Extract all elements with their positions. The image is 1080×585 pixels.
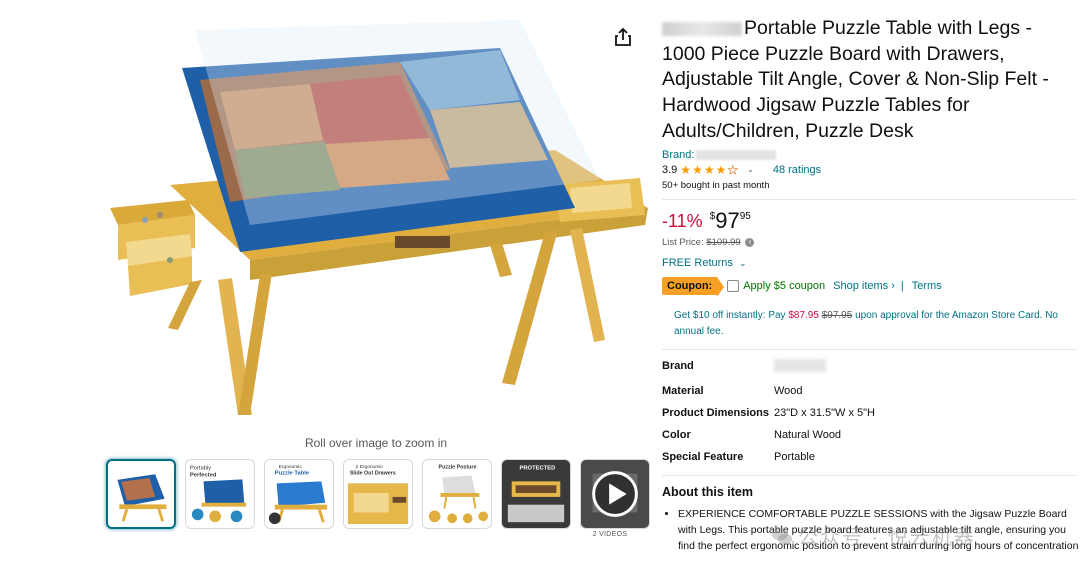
spec-key: Product Dimensions — [662, 406, 769, 419]
star-rating[interactable]: ★ ★ ★ ★ ★ — [680, 162, 739, 177]
star-icon: ★ — [715, 162, 727, 177]
spec-row-dimensions: Product Dimensions 23"D x 31.5"W x 5"H — [662, 403, 1072, 425]
free-returns-link[interactable]: FREE Returns ⌄ — [662, 257, 1080, 269]
thumbnail-portable-puzzle-table[interactable]: Ergonomic Puzzle Table — [264, 459, 334, 529]
zoom-hint-text: Roll over image to zoom in — [304, 436, 448, 450]
price-row: -11% $ 97 95 — [662, 207, 1080, 233]
coupon-row: Coupon: Apply $5 coupon Shop items › | T… — [662, 276, 1080, 297]
thumbnail-protected[interactable]: PROTECTED — [501, 459, 571, 529]
rating-value: 3.9 — [662, 163, 678, 176]
ratings-count-link[interactable]: 48 ratings — [773, 164, 821, 176]
spec-value: Natural Wood — [774, 428, 842, 441]
divider — [662, 474, 1077, 476]
star-icon: ★ — [680, 162, 692, 177]
thumb-caption: Portably — [190, 466, 211, 472]
apply-coupon-label[interactable]: Apply $5 coupon — [743, 280, 825, 292]
spec-row-material: Material Wood — [662, 381, 1072, 403]
info-icon[interactable]: i — [745, 237, 755, 247]
about-this-item-heading: About this item — [662, 484, 753, 499]
main-product-image[interactable] — [100, 20, 652, 425]
spec-row-special-feature: Special Feature Portable — [662, 447, 1072, 469]
spec-value — [774, 356, 1072, 381]
thumbnail-video[interactable] — [580, 459, 650, 529]
discount-percentage: -11% — [662, 210, 703, 231]
thumbnail-puzzle-posture[interactable]: Puzzle Posture — [422, 459, 492, 529]
rating-row: 3.9 ★ ★ ★ ★ ★ ⌄ 48 ratings — [662, 162, 1080, 177]
thumb-caption: 2 Ergonomic — [356, 464, 384, 470]
spec-key: Brand — [662, 359, 694, 372]
product-info: Portable Puzzle Table with Legs - 1000 P… — [662, 16, 1080, 554]
bought-in-past-month: 50+ bought in past month — [662, 179, 770, 191]
price: $ 97 95 — [709, 207, 751, 233]
chevron-down-icon: ⌄ — [738, 257, 747, 268]
thumbnail-main-table[interactable] — [106, 459, 176, 529]
spec-key: Color — [662, 428, 691, 441]
star-icon: ★ — [692, 162, 703, 177]
separator: | — [900, 279, 904, 292]
thumb-caption: Puzzle Posture — [439, 465, 477, 471]
thumb-caption: Slide Out Drawers — [350, 471, 396, 477]
thumb-caption: PROTECTED — [519, 466, 555, 472]
spec-value: 23"D x 31.5"W x 5"H — [774, 406, 875, 419]
puzzle-table-illustration — [110, 20, 648, 415]
thumbnail-portably-perfected[interactable]: Portably Perfected — [185, 459, 255, 529]
chevron-down-icon[interactable]: ⌄ — [747, 165, 754, 174]
list-price: List Price: $109.99 i — [662, 237, 1080, 248]
spec-key: Special Feature — [662, 450, 744, 463]
list-price-value: $109.99 — [706, 236, 741, 248]
wechat-watermark-icon — [770, 524, 794, 548]
card-offer-new-price: $87.95 — [788, 309, 819, 321]
spec-row-brand: Brand — [662, 356, 1072, 381]
thumb-caption: Ergonomic — [279, 464, 303, 470]
spec-value: Portable — [774, 450, 815, 463]
spec-row-color: Color Natural Wood — [662, 425, 1072, 447]
share-icon[interactable] — [612, 26, 634, 48]
product-specs-table: Brand Material Wood Product Dimensions 2… — [662, 356, 1072, 469]
divider — [662, 198, 1077, 200]
store-card-offer[interactable]: Get $10 off instantly: Pay $87.95 $97.95… — [674, 308, 1066, 340]
blurred-brand — [662, 21, 742, 36]
divider — [662, 348, 1077, 350]
coupon-badge: Coupon: — [662, 276, 725, 297]
videos-count-label: 2 VIDEOS — [592, 531, 628, 538]
blurred-brand-name — [696, 149, 777, 160]
shop-items-link[interactable]: Shop items › — [833, 280, 895, 292]
terms-link[interactable]: Terms — [912, 280, 942, 292]
thumbnail-slide-out-drawers[interactable]: 2 Ergonomic Slide Out Drawers — [343, 459, 413, 529]
product-title: Portable Puzzle Table with Legs - 1000 P… — [662, 17, 1049, 142]
spec-key: Material — [662, 384, 704, 397]
apply-coupon-checkbox[interactable] — [727, 279, 740, 292]
star-icon: ★ — [703, 162, 715, 177]
brand-store-link[interactable]: Brand: — [662, 149, 1080, 161]
thumb-caption: Puzzle Table — [275, 471, 310, 477]
star-icon: ★ — [727, 162, 739, 177]
spec-value: Wood — [774, 384, 803, 397]
thumb-caption: Perfected — [190, 473, 217, 479]
watermark-text: 公众号 · 悦云机器 — [798, 527, 976, 549]
card-offer-old-price: $97.95 — [821, 309, 853, 321]
blurred-brand-value — [774, 358, 826, 372]
